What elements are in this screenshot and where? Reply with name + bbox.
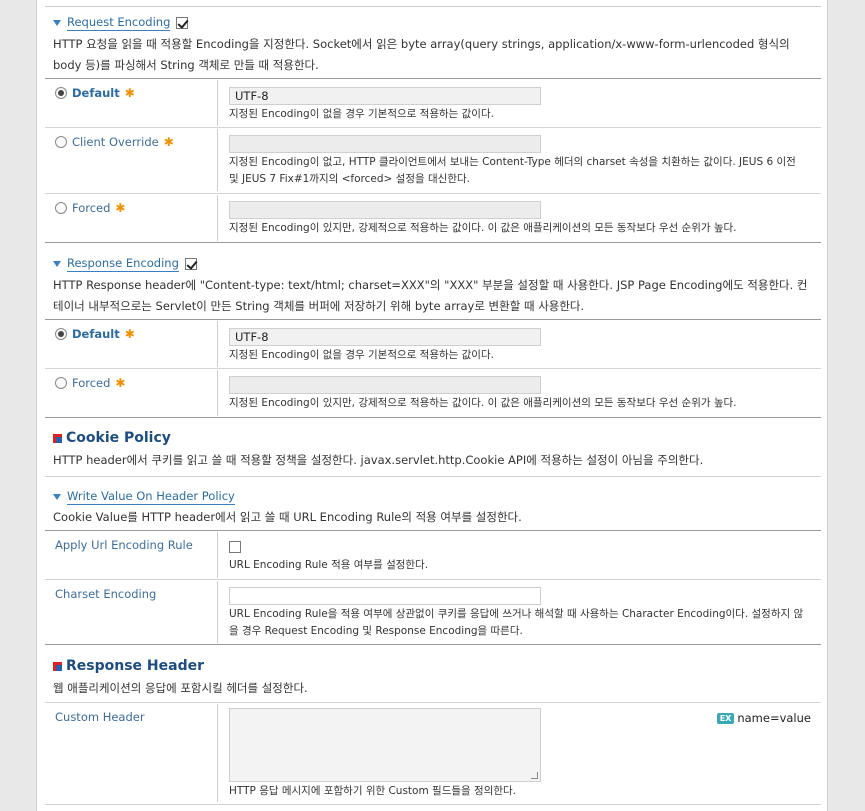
divider — [217, 129, 218, 191]
divider — [45, 644, 821, 645]
help-line: 및 JEUS 7 Fix#1까지의 <forced> 설정을 대신한다. — [229, 173, 470, 185]
option-label: Apply Url Encoding Rule — [55, 538, 193, 552]
write-value-header[interactable]: Write Value On Header Policy — [53, 489, 235, 505]
divider — [45, 127, 821, 128]
divider — [45, 78, 821, 79]
help-text: 지정된 Encoding이 없을 경우 기본적으로 적용하는 값이다. — [229, 349, 494, 361]
divider — [45, 530, 821, 531]
divider — [45, 368, 821, 369]
request-forced-input[interactable] — [229, 201, 541, 219]
divider — [217, 370, 218, 416]
help-text: URL Encoding Rule을 적용 여부에 상관없이 쿠키를 응답에 쓰… — [229, 606, 809, 640]
option-label: Forced — [72, 376, 111, 390]
request-encoding-title: Request Encoding — [67, 15, 171, 31]
description-line: body 등)를 파싱해서 String 객체로 만들 때 적용한다. — [53, 58, 319, 72]
request-encoding-description: HTTP 요청을 읽을 때 적용할 Encoding을 지정한다. Socket… — [53, 34, 813, 76]
help-line: 지정된 Encoding이 없고, HTTP 클라이언트에서 보내는 Conte… — [229, 156, 796, 168]
write-value-title: Write Value On Header Policy — [67, 489, 235, 505]
option-label: Default — [72, 86, 120, 100]
collapse-triangle-icon[interactable] — [53, 494, 61, 500]
request-forced-option[interactable]: Forced ✱ — [55, 201, 125, 215]
response-header-description: 웹 애플리케이션의 응답에 포함시킬 헤더를 설정한다. — [53, 681, 308, 695]
divider — [45, 6, 821, 7]
required-star-icon: ✱ — [115, 201, 126, 215]
charset-encoding-label: Charset Encoding — [55, 587, 156, 601]
help-text: 지정된 Encoding이 있지만, 강제적으로 적용하는 값이다. 이 값은 … — [229, 222, 737, 234]
divider — [45, 702, 821, 703]
response-default-input[interactable]: UTF-8 — [229, 328, 541, 346]
response-default-option[interactable]: Default ✱ — [55, 327, 135, 341]
radio-selected-icon[interactable] — [55, 87, 67, 99]
settings-panel: Request Encoding HTTP 요청을 읽을 때 적용할 Encod… — [36, 0, 828, 811]
response-encoding-header[interactable]: Response Encoding — [53, 256, 197, 272]
response-header-heading: Response Header — [53, 658, 204, 674]
divider — [45, 579, 821, 580]
request-encoding-checkbox[interactable] — [176, 17, 189, 29]
section-title: Response Header — [66, 658, 204, 674]
help-text: HTTP 응답 메시지에 포함하기 위한 Custom 필드들을 정의한다. — [229, 785, 516, 797]
required-star-icon: ✱ — [163, 135, 174, 149]
request-default-input[interactable]: UTF-8 — [229, 87, 541, 105]
radio-icon[interactable] — [55, 202, 67, 214]
example-text: name=value — [737, 711, 811, 725]
request-encoding-header[interactable]: Request Encoding — [53, 15, 189, 31]
help-text: 지정된 Encoding이 없을 경우 기본적으로 적용하는 값이다. — [229, 108, 494, 120]
option-label: Custom Header — [55, 710, 145, 724]
divider — [45, 242, 821, 243]
response-encoding-description: HTTP Response header에 "Content-type: tex… — [53, 275, 813, 317]
option-label: Default — [72, 327, 120, 341]
custom-header-textarea[interactable] — [229, 708, 541, 782]
help-text: 지정된 Encoding이 없고, HTTP 클라이언트에서 보내는 Conte… — [229, 154, 809, 188]
charset-encoding-input[interactable] — [229, 587, 541, 605]
radio-icon[interactable] — [55, 377, 67, 389]
divider — [217, 195, 218, 241]
apply-url-checkbox[interactable] — [229, 541, 241, 553]
help-text: URL Encoding Rule 적용 여부를 설정한다. — [229, 559, 429, 571]
divider — [217, 532, 218, 578]
divider — [217, 321, 218, 367]
example-badge: EX — [716, 712, 735, 724]
divider — [217, 704, 218, 802]
write-value-description: Cookie Value를 HTTP header에서 읽고 쓸 때 URL E… — [53, 510, 522, 524]
collapse-triangle-icon[interactable] — [53, 20, 61, 26]
radio-icon[interactable] — [55, 136, 67, 148]
cookie-policy-heading: Cookie Policy — [53, 430, 171, 446]
option-label: Charset Encoding — [55, 587, 157, 601]
radio-selected-icon[interactable] — [55, 328, 67, 340]
response-forced-option[interactable]: Forced ✱ — [55, 376, 125, 390]
section-title: Cookie Policy — [66, 430, 171, 446]
required-star-icon: ✱ — [115, 376, 126, 390]
option-label: Forced — [72, 201, 111, 215]
request-default-option[interactable]: Default ✱ — [55, 86, 135, 100]
custom-header-label: Custom Header — [55, 710, 145, 724]
required-star-icon: ✱ — [124, 86, 135, 100]
example-hint: EX name=value — [716, 711, 811, 725]
collapse-triangle-icon[interactable] — [53, 261, 61, 267]
divider — [45, 319, 821, 320]
description-line: HTTP Response header에 "Content-type: tex… — [53, 278, 808, 292]
help-line: URL Encoding Rule을 적용 여부에 상관없이 쿠키를 응답에 쓰… — [229, 608, 804, 620]
required-star-icon: ✱ — [124, 327, 135, 341]
divider — [45, 193, 821, 194]
client-override-option[interactable]: Client Override ✱ — [55, 135, 174, 149]
help-line: 을 경우 Request Encoding 및 Response Encodin… — [229, 625, 523, 637]
response-forced-input[interactable] — [229, 376, 541, 394]
cookie-policy-description: HTTP header에서 쿠키를 읽고 쓸 때 적용할 정책을 설정한다. j… — [53, 453, 704, 467]
divider — [45, 476, 821, 477]
client-override-input[interactable] — [229, 135, 541, 153]
description-line: HTTP 요청을 읽을 때 적용할 Encoding을 지정한다. Socket… — [53, 37, 790, 51]
apply-url-label: Apply Url Encoding Rule — [55, 538, 193, 552]
divider — [45, 417, 821, 418]
response-encoding-checkbox[interactable] — [184, 258, 197, 270]
divider — [217, 581, 218, 643]
help-text: 지정된 Encoding이 있지만, 강제적으로 적용하는 값이다. 이 값은 … — [229, 397, 737, 409]
section-icon — [53, 661, 62, 671]
divider — [45, 804, 821, 805]
section-icon — [53, 433, 62, 443]
divider — [217, 80, 218, 126]
option-label: Client Override — [72, 135, 159, 149]
response-encoding-title: Response Encoding — [67, 256, 179, 272]
description-line: 테이너 내부적으로는 Servlet이 만든 String 객체를 버퍼에 저장… — [53, 299, 585, 313]
